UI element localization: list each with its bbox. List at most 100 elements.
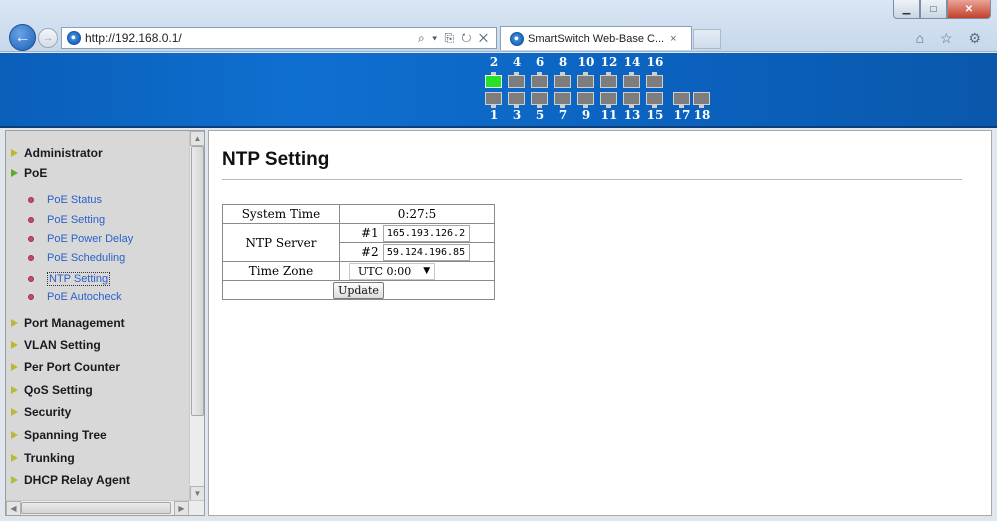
window-controls: ▁ □ ✕ [893, 0, 991, 19]
tab-ie-icon [510, 31, 524, 46]
page-title: NTP Setting [222, 149, 330, 170]
forward-button[interactable]: → [38, 28, 58, 48]
tab-title: SmartSwitch Web-Base C... [528, 32, 665, 45]
port-label-14: 14 [623, 55, 641, 69]
port-label-15: 15 [646, 108, 664, 122]
port-label-9: 9 [581, 108, 591, 122]
sidebar-item-label: Security [24, 405, 72, 419]
sidebar-item-security[interactable]: Security [10, 405, 71, 419]
back-button[interactable]: ← [9, 24, 36, 51]
port-4-icon[interactable] [508, 72, 525, 88]
time-zone-select[interactable]: UTC 0:00 ▼ [349, 262, 436, 280]
sidebar-item-spanning-tree[interactable]: Spanning Tree [10, 428, 107, 442]
ntp-server-2-input[interactable] [382, 243, 470, 261]
port-6-icon[interactable] [531, 72, 548, 88]
server-2-index: #2 [361, 244, 379, 259]
sidebar-subitem-label: PoE Autocheck [47, 291, 122, 303]
sidebar-subitem-poe-autocheck[interactable]: PoE Autocheck [28, 291, 122, 303]
port-label-6: 6 [535, 55, 545, 69]
port-label-5: 5 [535, 108, 545, 122]
sidebar-vertical-scrollbar[interactable]: ▲ ▼ [189, 131, 204, 501]
port-7-icon[interactable] [554, 92, 571, 108]
time-zone-cell: UTC 0:00 ▼ [339, 261, 495, 281]
sidebar-subitem-poe-setting[interactable]: PoE Setting [28, 214, 105, 226]
ntp-server-1-input[interactable] [382, 224, 470, 242]
sidebar-subitem-poe-scheduling[interactable]: PoE Scheduling [28, 252, 125, 264]
scroll-left-icon[interactable]: ◀ [6, 501, 21, 515]
ie-page-icon [67, 31, 81, 45]
port-3-icon[interactable] [508, 92, 525, 108]
sidebar-item-qos-setting[interactable]: QoS Setting [10, 383, 93, 397]
port-1-icon[interactable] [485, 92, 502, 108]
collapsed-arrow-icon [10, 318, 20, 328]
scroll-right-icon[interactable]: ▶ [174, 501, 189, 515]
bullet-icon [28, 217, 34, 223]
port-label-11: 11 [600, 108, 618, 122]
browser-toolbar-icons[interactable]: ⌂ ☆ ⚙ [916, 30, 987, 47]
tab-smartswitch[interactable]: SmartSwitch Web-Base C... × [500, 26, 692, 50]
port-14-icon[interactable] [623, 72, 640, 88]
address-bar[interactable]: http://192.168.0.1/ ⌕ ▾ ⎘ ↻ ✕ [61, 27, 497, 49]
port-16-icon[interactable] [646, 72, 663, 88]
ntp-server-1-cell: #1 [339, 223, 495, 243]
system-time-value: 0:27:5 [339, 204, 495, 224]
sidebar-item-vlan-setting[interactable]: VLAN Setting [10, 338, 101, 352]
sidebar-item-label: Trunking [24, 451, 75, 465]
sidebar-item-per-port-counter[interactable]: Per Port Counter [10, 360, 120, 374]
main-content: NTP Setting System Time 0:27:5 NTP Serve… [208, 130, 992, 516]
sidebar-horizontal-scrollbar[interactable]: ◀ ▶ [6, 500, 204, 515]
sidebar-subitem-ntp-setting[interactable]: NTP Setting [28, 272, 111, 286]
port-label-8: 8 [558, 55, 568, 69]
close-window-button[interactable]: ✕ [947, 0, 991, 19]
sidebar-item-label: QoS Setting [24, 383, 93, 397]
scroll-down-icon[interactable]: ▼ [190, 486, 204, 501]
bullet-icon [28, 276, 34, 282]
sidebar-subitem-label: PoE Power Delay [47, 233, 134, 245]
sidebar-item-label: Per Port Counter [24, 360, 121, 374]
address-tools-icons[interactable]: ⌕ ▾ ⎘ ↻ ✕ [418, 31, 490, 46]
switch-banner: 2 4 6 8 10 12 14 16 1 3 5 7 9 11 13 15 17 18 [0, 53, 997, 128]
port-13-icon[interactable] [623, 92, 640, 108]
bullet-icon [28, 197, 34, 203]
port-12-icon[interactable] [600, 72, 617, 88]
port-8-icon[interactable] [554, 72, 571, 88]
sidebar-subitem-poe-status[interactable]: PoE Status [28, 194, 102, 206]
sidebar-scroll-thumb[interactable] [191, 146, 204, 416]
sidebar-item-administrator[interactable]: Administrator [10, 146, 103, 160]
sidebar: Administrator PoE Port Management VLAN Sett… [5, 130, 205, 516]
minimize-button[interactable]: ▁ [893, 0, 920, 19]
port-10-icon[interactable] [577, 72, 594, 88]
time-zone-value: UTC 0:00 [358, 264, 412, 278]
address-url[interactable]: http://192.168.0.1/ [85, 31, 182, 45]
port-18-icon[interactable] [693, 92, 710, 108]
sidebar-item-trunking[interactable]: Trunking [10, 451, 75, 465]
collapsed-arrow-icon [10, 475, 20, 485]
scroll-up-icon[interactable]: ▲ [190, 131, 204, 146]
collapsed-arrow-icon [10, 148, 20, 158]
collapsed-arrow-icon [10, 453, 20, 463]
port-2-icon[interactable] [485, 72, 502, 88]
browser-chrome: ▁ □ ✕ ← → http://192.168.0.1/ ⌕ ▾ ⎘ ↻ ✕ … [0, 0, 997, 52]
sidebar-item-dhcp-relay-agent[interactable]: DHCP Relay Agent [10, 473, 130, 487]
port-9-icon[interactable] [577, 92, 594, 108]
sidebar-subitem-poe-power-delay[interactable]: PoE Power Delay [28, 233, 133, 245]
port-17-icon[interactable] [673, 92, 690, 108]
maximize-button[interactable]: □ [920, 0, 947, 19]
update-button[interactable]: Update [333, 281, 384, 299]
port-15-icon[interactable] [646, 92, 663, 108]
system-time-label: System Time [222, 204, 340, 224]
port-panel: 2 4 6 8 10 12 14 16 1 3 5 7 9 11 13 15 17 18 [479, 55, 719, 127]
port-11-icon[interactable] [600, 92, 617, 108]
tab-close-icon[interactable]: × [670, 33, 676, 45]
sidebar-item-port-management[interactable]: Port Management [10, 316, 125, 330]
port-label-17: 17 [673, 108, 691, 122]
collapsed-arrow-icon [10, 385, 20, 395]
port-5-icon[interactable] [531, 92, 548, 108]
sidebar-item-label: Port Management [24, 316, 125, 330]
new-tab-button[interactable] [693, 29, 721, 49]
sidebar-item-poe[interactable]: PoE [10, 166, 47, 180]
port-label-2: 2 [489, 55, 499, 69]
ntp-server-2-cell: #2 [339, 242, 495, 262]
sidebar-hscroll-thumb[interactable] [21, 502, 171, 514]
port-label-16: 16 [646, 55, 664, 69]
